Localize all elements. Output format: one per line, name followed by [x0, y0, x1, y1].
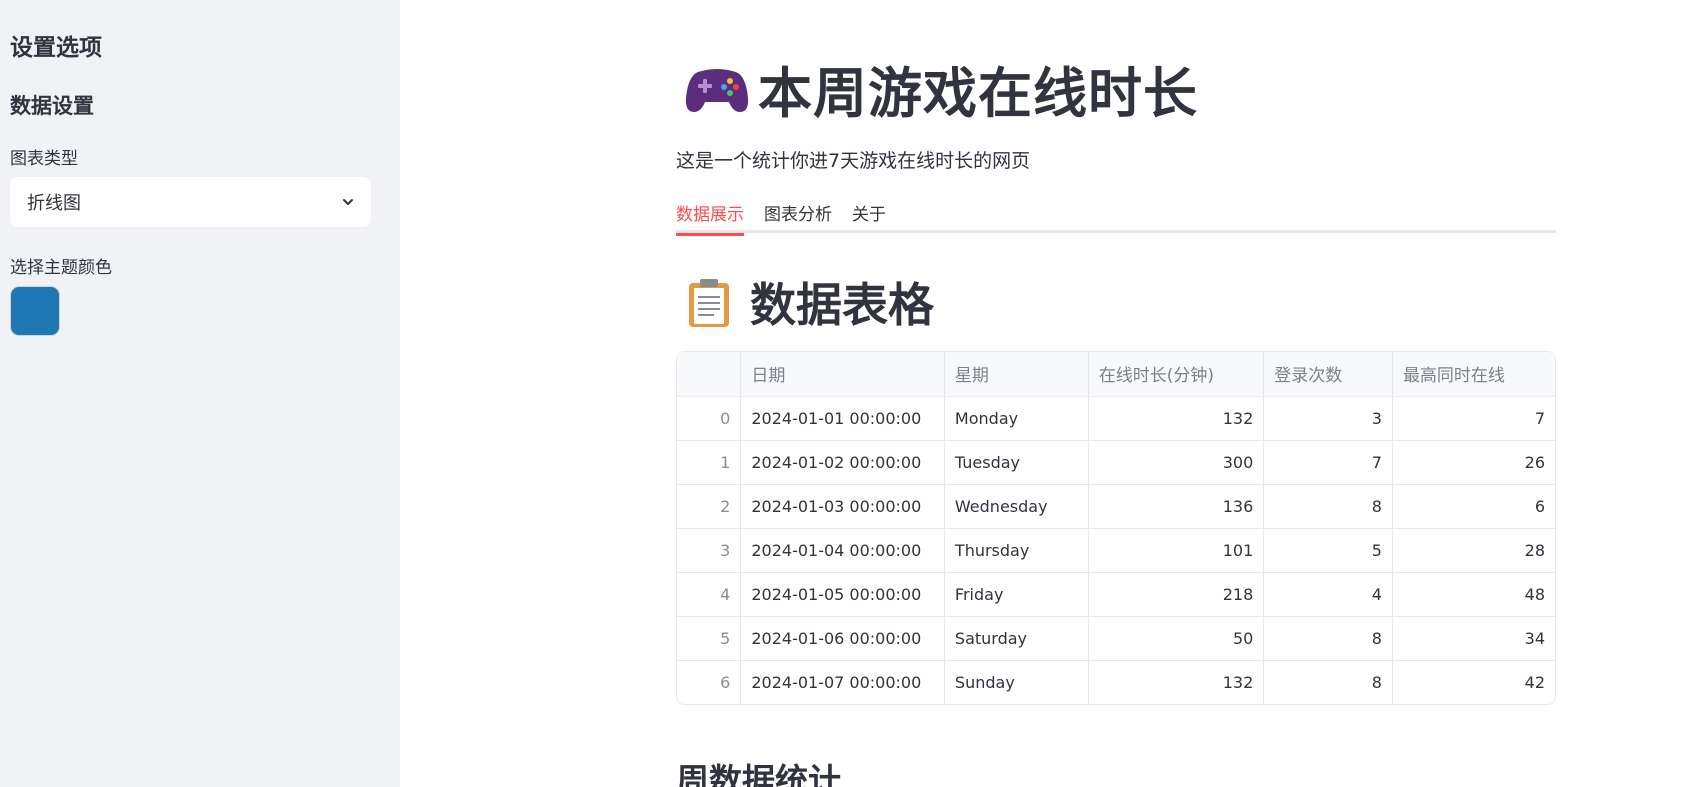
theme-color-picker[interactable] [10, 286, 60, 336]
weekly-stats-title: 周数据统计 [676, 761, 841, 787]
table-cell: 2024-01-01 00:00:00 [740, 396, 945, 441]
table-cell: 218 [1088, 572, 1265, 617]
table-row[interactable]: 6 2024-01-07 00:00:00 Sunday 132 8 42 [677, 660, 1555, 704]
data-table[interactable]: 日期 星期 在线时长(分钟) 登录次数 最高同时在线 0 2024-01-01 … [676, 351, 1556, 705]
table-row[interactable]: 0 2024-01-01 00:00:00 Monday 132 3 7 [677, 396, 1555, 441]
table-cell: 42 [1524, 672, 1545, 692]
table-cell: Friday [944, 572, 1089, 617]
table-cell: 2024-01-02 00:00:00 [740, 440, 945, 485]
table-cell: 4 [1263, 572, 1393, 617]
table-cell: 2024-01-04 00:00:00 [740, 528, 945, 573]
table-cell: Saturday [944, 616, 1089, 661]
table-cell: 28 [1392, 528, 1555, 573]
table-cell: 3 [1263, 396, 1393, 441]
table-cell: 6 [677, 660, 742, 704]
tab-chart-analysis[interactable]: 图表分析 [764, 195, 832, 230]
table-row[interactable]: 5 2024-01-06 00:00:00 Saturday 50 8 34 [677, 616, 1555, 661]
table-cell: 2024-01-05 00:00:00 [740, 572, 945, 617]
table-cell: 5 [677, 616, 742, 661]
sidebar: 设置选项 数据设置 图表类型 折线图 选择主题颜色 [0, 0, 400, 787]
table-cell: Wednesday [944, 484, 1089, 529]
table-cell: 136 [1088, 484, 1265, 529]
sidebar-heading: 设置选项 [10, 35, 102, 61]
app-root: 设置选项 数据设置 图表类型 折线图 选择主题颜色 本周游戏在线时长 这是一个统… [0, 0, 1682, 787]
table-cell: 8 [1263, 484, 1393, 529]
section-header: 数据表格 [676, 269, 1556, 335]
table-cell: 2024-01-06 00:00:00 [740, 616, 945, 661]
clipboard-icon [689, 279, 729, 327]
table-cell: Sunday [944, 660, 1089, 704]
main-content: 本周游戏在线时长 这是一个统计你进7天游戏在线时长的网页 数据展示 图表分析 关… [400, 0, 1682, 787]
table-cell: Thursday [944, 528, 1089, 573]
table-cell: 0 [677, 396, 742, 441]
column-header[interactable] [677, 352, 742, 397]
section-title: 数据表格 [750, 278, 934, 332]
page-title: 本周游戏在线时长 [758, 61, 1198, 125]
column-header[interactable]: 登录次数 [1263, 352, 1393, 397]
theme-color-label: 选择主题颜色 [10, 258, 112, 278]
chevron-down-icon [343, 199, 353, 205]
table-cell: 50 [1088, 616, 1265, 661]
column-header[interactable]: 最高同时在线 [1392, 352, 1555, 397]
chart-type-select[interactable]: 折线图 [10, 177, 371, 227]
column-header[interactable]: 日期 [740, 352, 945, 397]
table-cell: 132 [1088, 660, 1265, 704]
table-cell: 2024-01-03 00:00:00 [740, 484, 945, 529]
table-cell: 26 [1392, 440, 1555, 485]
page-subtitle: 这是一个统计你进7天游戏在线时长的网页 [676, 150, 1031, 172]
tab-about[interactable]: 关于 [852, 195, 886, 230]
table-row[interactable]: 3 2024-01-04 00:00:00 Thursday 101 5 28 [677, 528, 1555, 573]
table-cell: Monday [944, 396, 1089, 441]
table-cell: 7 [1263, 440, 1393, 485]
table-row[interactable]: 2 2024-01-03 00:00:00 Wednesday 136 8 6 [677, 484, 1555, 529]
tab-bar: 数据展示 图表分析 关于 [676, 195, 1556, 236]
tab-data-display[interactable]: 数据展示 [676, 195, 744, 236]
table-cell: Tuesday [944, 440, 1089, 485]
table-cell: 8 [1263, 616, 1393, 661]
table-cell: 101 [1088, 528, 1265, 573]
table-cell: 132 [1088, 396, 1265, 441]
table-cell: 48 [1392, 572, 1555, 617]
table-cell: 300 [1088, 440, 1265, 485]
column-header[interactable]: 在线时长(分钟) [1088, 352, 1265, 397]
chart-type-value: 折线图 [27, 193, 81, 214]
table-cell: 4 [677, 572, 742, 617]
game-controller-icon [685, 69, 749, 112]
table-cell: 1 [677, 440, 742, 485]
table-row[interactable]: 4 2024-01-05 00:00:00 Friday 218 4 48 [677, 572, 1555, 617]
table-cell: 5 [1263, 528, 1393, 573]
table-cell: 2024-01-07 00:00:00 [740, 660, 945, 704]
table-row[interactable]: 1 2024-01-02 00:00:00 Tuesday 300 7 26 [677, 440, 1555, 485]
table-header-row: 日期 星期 在线时长(分钟) 登录次数 最高同时在线 [677, 352, 1555, 397]
column-header[interactable]: 星期 [944, 352, 1089, 397]
table-cell: 2 [677, 484, 742, 529]
data-settings-heading: 数据设置 [10, 94, 94, 118]
chart-type-label: 图表类型 [10, 149, 78, 169]
table-cell: 8 [1263, 660, 1393, 704]
table-cell: 34 [1392, 616, 1555, 661]
title-row: 本周游戏在线时长 [676, 46, 1556, 130]
table-cell: 7 [1392, 396, 1555, 441]
table-cell: 6 [1392, 484, 1555, 529]
table-cell: 3 [677, 528, 742, 573]
